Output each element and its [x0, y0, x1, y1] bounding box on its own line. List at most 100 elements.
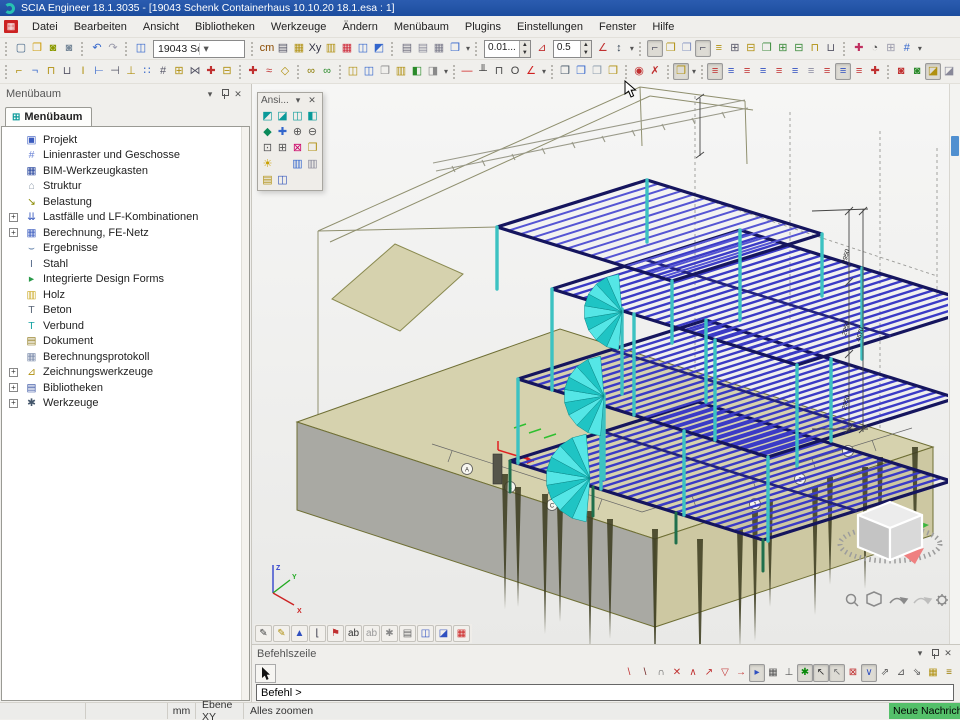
text-minus-icon[interactable]: ab	[363, 625, 380, 642]
select-cursor-button[interactable]	[255, 664, 276, 683]
menu-item[interactable]: Werkzeuge	[263, 18, 334, 36]
toolbar-button[interactable]: Xy	[307, 40, 323, 57]
view-axo-icon[interactable]: ◫	[290, 108, 305, 124]
menu-item[interactable]: Bearbeiten	[66, 18, 135, 36]
tree-item[interactable]: + ⊿ Zeichnungswerkzeuge	[2, 365, 249, 381]
panel-icon[interactable]: ▤	[399, 625, 416, 642]
snap-button[interactable]: \	[637, 664, 653, 682]
toolbar-button[interactable]: ⊞	[727, 40, 743, 57]
panel-menu-icon[interactable]: ▾	[203, 89, 217, 100]
tree-item[interactable]: + ▤ Bibliotheken	[2, 380, 249, 396]
menu-item[interactable]: Ändern	[334, 18, 385, 36]
toolbar-button[interactable]: ⊟	[219, 63, 235, 80]
snap-button[interactable]: ✕	[669, 664, 685, 682]
palette-button[interactable]: ✚	[275, 124, 290, 140]
toolbar-button[interactable]: ∠	[595, 40, 611, 57]
tree-item[interactable]: + T Beton	[2, 303, 249, 319]
toolbar-button[interactable]: ≡	[803, 63, 819, 80]
palette-button[interactable]: ▥	[290, 156, 305, 172]
toolbar-button[interactable]: ◙	[893, 63, 909, 80]
new-file-icon[interactable]: ▢	[13, 40, 29, 57]
toolbar-button[interactable]: ◪	[941, 63, 957, 80]
palette-button[interactable]	[275, 156, 290, 172]
toolbar-button[interactable]: ⊓	[807, 40, 823, 57]
toolbar-button[interactable]: ⊥	[123, 63, 139, 80]
folder-dropdown-icon[interactable]: ❐	[673, 63, 689, 80]
toolbar-button[interactable]: ▥	[323, 40, 339, 57]
snap-button[interactable]: \	[621, 664, 637, 682]
snap-button[interactable]: ⊿	[893, 664, 909, 682]
toolbar-button[interactable]: ⌐	[647, 40, 663, 57]
viewport-scrollbar[interactable]	[949, 84, 960, 644]
section-icon[interactable]: ✎	[273, 625, 290, 642]
toolbar-button[interactable]: ≡	[711, 40, 727, 57]
menu-item[interactable]: Plugins	[457, 18, 509, 36]
menu-item[interactable]: Bibliotheken	[187, 18, 263, 36]
toolbar-button[interactable]: #	[155, 63, 171, 80]
expand-icon[interactable]: +	[9, 368, 18, 377]
palette-button[interactable]: ▥	[305, 156, 320, 172]
precision-spinner[interactable]: 0.01...▲▼	[484, 40, 531, 58]
toolbar-button[interactable]: ▦	[291, 40, 307, 57]
grid-icon[interactable]: ▦	[453, 625, 470, 642]
redo-icon[interactable]: ↷	[105, 40, 121, 57]
toolbar-button[interactable]: ⊟	[743, 40, 759, 57]
open-file-icon[interactable]: ❐	[29, 40, 45, 57]
toolbar-button[interactable]: ╨	[475, 63, 491, 80]
menu-item[interactable]: Hilfe	[644, 18, 682, 36]
render-icon[interactable]: ◫	[417, 625, 434, 642]
toolbar-button[interactable]: ❐	[573, 63, 589, 80]
plane-indicator[interactable]: Ebene XY	[196, 703, 244, 719]
palette-menu-icon[interactable]: ▾	[291, 95, 305, 106]
scrollbar-thumb[interactable]	[951, 136, 959, 156]
pin-icon[interactable]	[217, 88, 231, 100]
toolbar-button[interactable]: ⊞	[775, 40, 791, 57]
angle-icon[interactable]: ∠	[523, 63, 539, 80]
toolbar-button[interactable]: ▤	[275, 40, 291, 57]
undo-icon[interactable]: ↶	[89, 40, 105, 57]
toolbar-button[interactable]: ❐	[663, 40, 679, 57]
render-icon[interactable]: ◪	[435, 625, 452, 642]
chevron-down-icon[interactable]: ▾	[442, 67, 450, 76]
circle-icon[interactable]: O	[507, 63, 523, 80]
tree-item[interactable]: + ▸ Integrierte Design Forms	[2, 272, 249, 288]
toolbar-button[interactable]: ❐	[447, 40, 463, 57]
snap-button[interactable]: ∩	[653, 664, 669, 682]
toolbar-button[interactable]: ≡	[771, 63, 787, 80]
document-icon[interactable]: ▦	[4, 20, 18, 33]
toolbar-button[interactable]: ▥	[393, 63, 409, 80]
3d-viewport[interactable]: A B C 1 2 3	[252, 84, 960, 644]
toolbar-button[interactable]: ✗	[647, 63, 663, 80]
chevron-down-icon[interactable]: ▾	[690, 67, 698, 76]
snap-button[interactable]: ⊥	[781, 664, 797, 682]
toolbar-button[interactable]: ▦	[339, 40, 355, 57]
toolbar-button[interactable]: ◫	[345, 63, 361, 80]
toolbar-button[interactable]: ▤	[415, 40, 431, 57]
close-icon[interactable]: ✕	[941, 648, 955, 659]
toolbar-button[interactable]: ⌐	[695, 40, 711, 57]
toolbar-button[interactable]: ❐	[557, 63, 573, 80]
palette-button[interactable]: ⊠	[290, 140, 305, 156]
glasses-icon[interactable]: ∞	[319, 63, 335, 80]
toolbar-button[interactable]: ≡	[835, 63, 851, 80]
zoom-window-icon[interactable]: ⊡	[260, 140, 275, 156]
snap-button[interactable]: →	[733, 664, 749, 682]
menu-item[interactable]: Menübaum	[386, 18, 457, 36]
project-combo[interactable]: 19043 Schenk Con▾	[153, 40, 245, 58]
toolbar-button[interactable]: ❐	[605, 63, 621, 80]
toolbar-button[interactable]: ⌐	[11, 63, 27, 80]
toolbar-button[interactable]: ⋈	[187, 63, 203, 80]
toolbar-button[interactable]: ✚	[203, 63, 219, 80]
toolbar-button[interactable]: ↕	[611, 40, 627, 57]
panel-menu-icon[interactable]: ▾	[913, 648, 927, 659]
palette-button[interactable]: ▤	[260, 172, 275, 188]
pin-icon[interactable]	[927, 648, 941, 660]
toolbar-button[interactable]: ⊓	[43, 63, 59, 80]
command-input[interactable]	[256, 684, 954, 701]
toolbar-button[interactable]: ≡	[755, 63, 771, 80]
toolbar-button[interactable]: ⊢	[91, 63, 107, 80]
menu-item[interactable]: Fenster	[591, 18, 644, 36]
toolbar-button[interactable]: ✚	[867, 63, 883, 80]
tree-item[interactable]: + ▦ Berechnungsprotokoll	[2, 349, 249, 365]
snap-button[interactable]: ⇘	[909, 664, 925, 682]
